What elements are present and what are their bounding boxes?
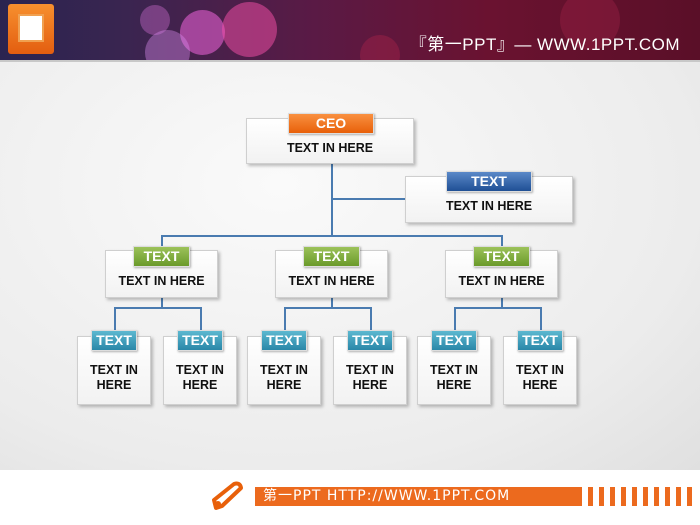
level2-label: TEXT: [133, 246, 190, 267]
footer-stripe: [654, 487, 659, 506]
level2-text: TEXT IN HERE: [458, 273, 545, 288]
assistant-text: TEXT IN HERE: [445, 199, 533, 213]
footer-stripe: [610, 487, 615, 506]
connector: [454, 307, 456, 331]
ceo-text: TEXT IN HERE: [286, 140, 374, 155]
level2-label: TEXT: [473, 246, 530, 267]
connector: [161, 235, 503, 237]
level3-text: TEXT IN HERE: [176, 362, 224, 392]
connector: [331, 164, 333, 237]
assistant-label: TEXT: [446, 171, 532, 192]
connector: [284, 307, 286, 331]
header-banner: 『第一PPT』— WWW.1PPT.COM: [0, 0, 700, 60]
footer-stripe: [676, 487, 681, 506]
ceo-label: CEO: [288, 113, 374, 134]
connector: [284, 307, 371, 309]
footer-stripe: [643, 487, 648, 506]
level2-text: TEXT IN HERE: [118, 273, 205, 288]
level3-label: TEXT: [261, 330, 307, 351]
footer-bar: 第一PPT HTTP://WWW.1PPT.COM: [255, 487, 582, 506]
level3-text: TEXT IN HERE: [260, 362, 308, 392]
level3-text: TEXT IN HERE: [516, 362, 564, 392]
level2-text: TEXT IN HERE: [288, 273, 375, 288]
footer: 第一PPT HTTP://WWW.1PPT.COM: [0, 470, 700, 525]
level3-label: TEXT: [517, 330, 563, 351]
level3-label: TEXT: [347, 330, 393, 351]
connector: [114, 307, 201, 309]
connector: [454, 307, 541, 309]
level3-label: TEXT: [431, 330, 477, 351]
footer-stripe: [599, 487, 604, 506]
level3-label: TEXT: [91, 330, 137, 351]
connector: [540, 307, 542, 331]
level3-label: TEXT: [177, 330, 223, 351]
footer-stripe: [665, 487, 670, 506]
site-title: 『第一PPT』— WWW.1PPT.COM: [409, 35, 680, 54]
pencil-icon: [212, 481, 243, 510]
connector: [332, 198, 405, 200]
footer-stripe: [687, 487, 692, 506]
powerpoint-icon: [8, 4, 54, 54]
footer-stripe: [621, 487, 626, 506]
level3-text: TEXT IN HERE: [430, 362, 478, 392]
footer-stripe: [588, 487, 593, 506]
level3-text: TEXT IN HERE: [346, 362, 394, 392]
connector: [370, 307, 372, 331]
connector: [200, 307, 202, 331]
footer-stripe: [632, 487, 637, 506]
level3-text: TEXT IN HERE: [90, 362, 138, 392]
level2-label: TEXT: [303, 246, 360, 267]
connector: [114, 307, 116, 331]
